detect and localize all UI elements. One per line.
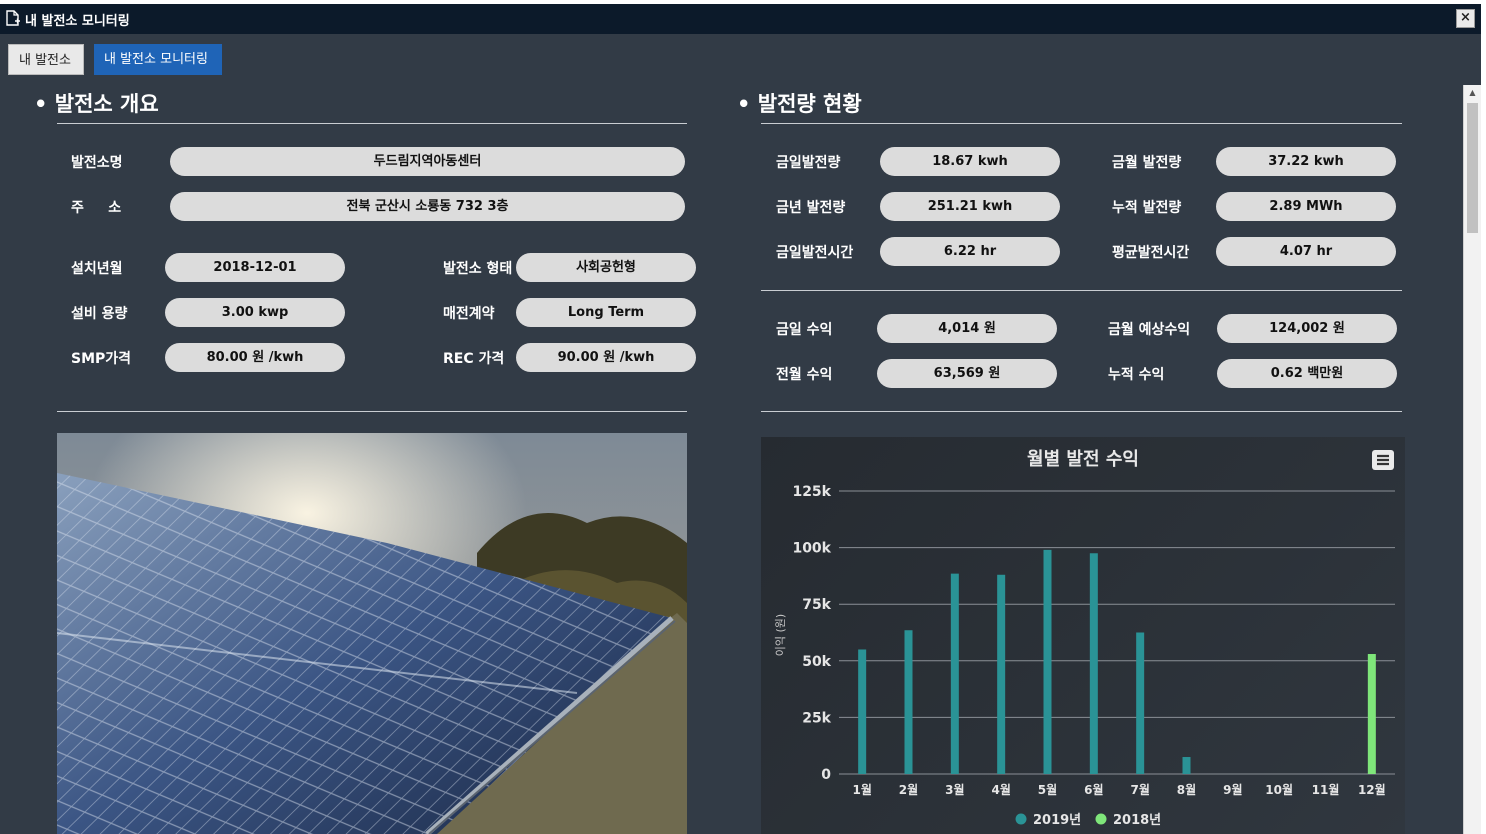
x-tick-label: 1월 [852,782,871,797]
total-revenue-value: 0.62 백만원 [1217,359,1397,388]
x-tick-label: 12월 [1358,782,1386,797]
app-window: 내 발전소 모니터링 × 내 발전소 내 발전소 모니터링 • 발전소 개요 발… [0,4,1481,834]
plant-name-value: 두드림지역아동센터 [170,147,685,176]
overview-title: 발전소 개요 [54,92,159,116]
legend-label[interactable]: 2019년 [1033,813,1081,828]
install-date-label: 설치년월 [71,261,123,277]
today-revenue-value: 4,014 원 [877,314,1057,343]
generation-heading: • 발전량 현황 [737,88,862,118]
total-generation-label: 누적 발전량 [1112,200,1182,216]
tab-my-plant[interactable]: 내 발전소 [8,44,84,75]
bar-2018-12[interactable] [1367,654,1376,774]
today-generation-label: 금일발전량 [776,155,841,171]
contract-value: Long Term [516,298,696,327]
month-expected-label: 금월 예상수익 [1108,322,1191,338]
overview-heading: • 발전소 개요 [34,88,159,118]
title-bar: 내 발전소 모니터링 × [0,4,1481,34]
hamburger-menu-icon[interactable] [1372,450,1394,470]
bullet-icon: • [34,92,48,116]
address-label: 주 소 [71,200,122,216]
total-revenue-label: 누적 수익 [1108,367,1165,383]
divider [57,123,687,124]
prev-month-revenue-value: 63,569 원 [877,359,1057,388]
bullet-icon: • [737,92,751,116]
month-generation-label: 금월 발전량 [1112,155,1182,171]
avg-hours-value: 4.07 hr [1216,237,1396,266]
y-tick-label: 50k [802,654,831,670]
contract-label: 매전계약 [443,306,495,322]
month-expected-value: 124,002 원 [1217,314,1397,343]
plant-type-label: 발전소 형태 [443,261,513,277]
bar-2019-7[interactable] [1136,632,1145,775]
x-tick-label: 2월 [899,782,918,797]
x-tick-label: 9월 [1223,782,1242,797]
y-tick-label: 125k [792,484,831,500]
divider [761,290,1402,291]
bar-2019-1[interactable] [858,649,867,774]
scroll-thumb[interactable] [1467,103,1478,233]
x-tick-label: 5월 [1038,782,1057,797]
tab-my-plant-monitoring[interactable]: 내 발전소 모니터링 [94,44,222,75]
generation-title: 발전량 현황 [757,92,862,116]
bar-2019-6[interactable] [1089,553,1098,774]
bar-2019-4[interactable] [997,574,1006,774]
rec-label: REC 가격 [443,351,505,367]
x-tick-label: 7월 [1130,782,1149,797]
today-generation-value: 18.67 kwh [880,147,1060,176]
legend-marker[interactable] [1015,813,1027,825]
year-generation-value: 251.21 kwh [880,192,1060,221]
divider [57,411,687,412]
today-hours-value: 6.22 hr [880,237,1060,266]
divider [761,411,1402,412]
prev-month-revenue-label: 전월 수익 [776,367,833,383]
y-tick-label: 75k [802,597,831,613]
year-generation-label: 금년 발전량 [776,200,846,216]
rec-value: 90.00 원 /kwh [516,343,696,372]
total-generation-value: 2.89 MWh [1216,192,1396,221]
y-axis-title: 이익 (원) [774,613,787,657]
y-tick-label: 100k [792,541,831,557]
x-tick-label: 3월 [945,782,964,797]
capacity-value: 3.00 kwp [165,298,345,327]
x-tick-label: 11월 [1312,782,1340,797]
today-revenue-label: 금일 수익 [776,322,833,338]
divider [761,123,1402,124]
scroll-up-arrow-icon[interactable]: ▲ [1464,85,1481,101]
x-tick-label: 10월 [1265,782,1293,797]
solar-panel-photo [57,433,687,834]
bar-2019-2[interactable] [904,630,913,774]
legend-label[interactable]: 2018년 [1113,813,1161,828]
close-button[interactable]: × [1456,9,1475,28]
monthly-revenue-chart: 0 25k 50k 75k 100k 125k 1월 2월 3월 4월 5월 6월 7월 8월 9월 10월… [761,437,1405,834]
smp-label: SMP가격 [71,351,132,367]
window-title: 내 발전소 모니터링 [25,14,130,29]
new-document-icon [5,10,21,31]
vertical-scrollbar[interactable]: ▲ [1463,85,1481,834]
month-generation-value: 37.22 kwh [1216,147,1396,176]
legend-marker[interactable] [1095,813,1107,825]
bar-2019-5[interactable] [1043,549,1052,774]
today-hours-label: 금일발전시간 [776,245,854,261]
bar-2019-3[interactable] [950,573,959,774]
plant-type-value: 사회공헌형 [516,253,696,282]
y-tick-label: 0 [821,767,831,783]
install-date-value: 2018-12-01 [165,253,345,282]
plant-name-label: 발전소명 [71,155,123,171]
x-tick-label: 8월 [1177,782,1196,797]
capacity-label: 설비 용량 [71,306,128,322]
smp-value: 80.00 원 /kwh [165,343,345,372]
bar-2019-8[interactable] [1182,757,1191,774]
y-tick-label: 25k [802,710,831,726]
x-tick-label: 6월 [1084,782,1103,797]
chart-title: 월별 발전 수익 [1027,449,1139,470]
address-value: 전북 군산시 소룡동 732 3층 [170,192,685,221]
avg-hours-label: 평균발전시간 [1112,245,1190,261]
x-tick-label: 4월 [991,782,1010,797]
